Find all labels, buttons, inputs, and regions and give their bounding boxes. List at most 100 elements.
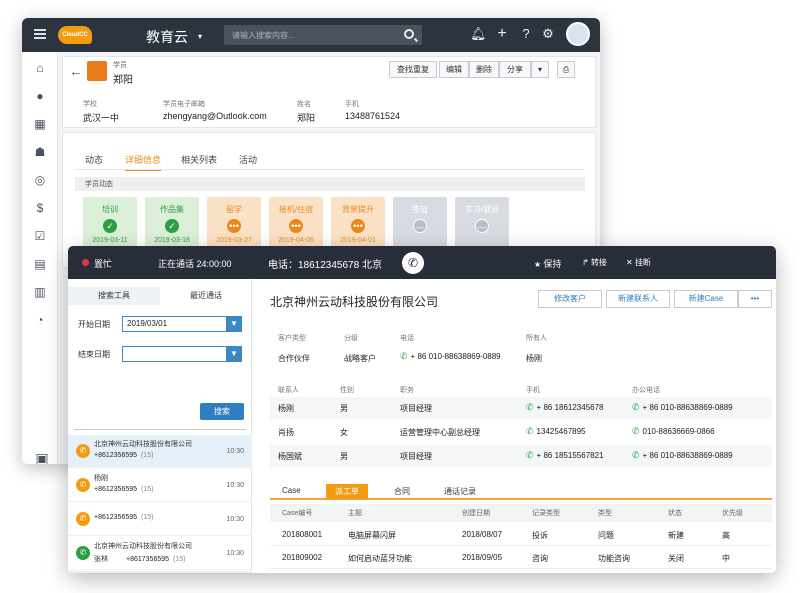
- stage-card[interactable]: 实习/就业 —: [455, 197, 509, 249]
- call-timer: 正在通话 24:00:00: [158, 259, 232, 269]
- table-cell: 问题: [598, 531, 614, 540]
- stage-card[interactable]: 作品集 ✓ 2019-03-18: [145, 197, 199, 249]
- stage-card[interactable]: 留学 ••• 2019-03-27: [207, 197, 261, 249]
- new-case-button[interactable]: 新建Case: [674, 290, 738, 308]
- back-arrow-icon[interactable]: ←: [69, 63, 83, 79]
- tab-contract[interactable]: 合同: [394, 486, 410, 497]
- call-time: 10:30: [226, 482, 244, 489]
- phone-icon: ✆: [402, 252, 424, 274]
- col-header: 联系人: [278, 387, 299, 394]
- stage-label: 留学: [226, 205, 242, 214]
- print-icon[interactable]: ⎙: [557, 61, 575, 78]
- list-item[interactable]: ✆北京神州云动科技股份有限公司王杰+8612356595(15)10:30: [68, 571, 252, 573]
- more-dropdown-icon[interactable]: ▾: [531, 61, 549, 78]
- table-cell: 中: [722, 554, 730, 563]
- tab-search-tools[interactable]: 搜索工具: [68, 287, 160, 305]
- avatar[interactable]: [566, 22, 590, 46]
- case-table-header: Case编号 主题 创建日期 记录类型 类型 状态 优先级: [270, 504, 772, 522]
- phone-value: + 86 18612345678: [536, 403, 604, 412]
- plus-icon[interactable]: +: [494, 26, 510, 42]
- tab-call-log[interactable]: 通话记录: [444, 486, 476, 497]
- stage-card[interactable]: 接机/住宿 ••• 2019-04-05: [269, 197, 323, 249]
- ellipsis-icon: —: [413, 219, 427, 233]
- tab-activities[interactable]: 活动: [239, 153, 257, 166]
- list-item[interactable]: ✆ 北京神州云动科技股份有限公司 +8612356595 (15) 10:30: [68, 435, 252, 468]
- customer-phone[interactable]: ✆ + 86 010-88638869-0889: [400, 351, 501, 362]
- phone-icon: ✆: [76, 444, 90, 458]
- delete-button[interactable]: 删除: [469, 61, 499, 78]
- hold-label: 保持: [543, 259, 562, 269]
- call-detail: 张林 +8617356595 (15): [94, 554, 185, 564]
- info-label: 分级: [344, 335, 358, 342]
- find-duplicates-button[interactable]: 查找重复: [389, 61, 437, 78]
- phone-link[interactable]: ✆ 13425467895: [526, 426, 586, 437]
- phone-icon: ✆: [632, 402, 640, 412]
- tab-activity-feed[interactable]: 动态: [85, 153, 103, 166]
- phone-value: + 86 18515567821: [536, 451, 604, 460]
- start-date-input[interactable]: 2019/03/01 ▼: [122, 316, 242, 332]
- phone-link[interactable]: ✆ 010-88636669-0866: [632, 426, 715, 437]
- contact-icon[interactable]: ☗: [32, 144, 48, 160]
- hangup-button[interactable]: ✕ 挂断: [626, 257, 651, 268]
- stage-card[interactable]: 背景提升 ••• 2019-04-01: [331, 197, 385, 249]
- edit-button[interactable]: 编辑: [439, 61, 469, 78]
- table-cell: 201808001: [282, 530, 323, 539]
- global-search-input[interactable]: 请输入搜索内容...: [224, 25, 422, 45]
- ellipsis-icon: •••: [351, 219, 365, 233]
- dashboard-gauge-icon[interactable]: ◔: [32, 312, 48, 328]
- building-icon[interactable]: ▦: [32, 116, 48, 132]
- target-icon[interactable]: ◎: [32, 172, 48, 188]
- user-icon[interactable]: ●: [32, 88, 48, 104]
- phone-icon: ✆: [526, 402, 534, 412]
- end-date-input[interactable]: ▼: [122, 346, 242, 362]
- col-header: 手机: [526, 387, 540, 394]
- chevron-down-icon[interactable]: ▼: [226, 316, 242, 332]
- table-row[interactable]: 201808001 电脑屏幕闪屏 2018/08/07 投诉 问题 新建 高: [270, 524, 772, 546]
- tab-work-order[interactable]: 派工单: [326, 484, 368, 499]
- caller-phone: 电话：18612345678 北京: [268, 260, 382, 271]
- list-item[interactable]: ✆ 北京神州云动科技股份有限公司 张林 +8617356595 (15) 10:30: [68, 537, 252, 570]
- gear-icon[interactable]: ⚙: [540, 26, 556, 42]
- bell-icon[interactable]: 🔔︎: [470, 26, 487, 42]
- phone-link[interactable]: ✆ + 86 18515567821: [526, 450, 604, 461]
- phone-link[interactable]: ✆ + 86 010-88638869-0889: [632, 450, 733, 461]
- list-item[interactable]: ✆ +8612356595 (15) 10:30: [68, 503, 252, 536]
- tab-related[interactable]: 相关列表: [181, 153, 217, 166]
- search-button[interactable]: 搜索: [200, 403, 244, 420]
- chevron-down-icon[interactable]: ▾: [198, 32, 202, 41]
- phone-link[interactable]: ✆ + 86 18612345678: [526, 402, 604, 413]
- field-label: 学校: [83, 101, 97, 108]
- home-icon[interactable]: ⌂: [32, 60, 48, 76]
- help-icon[interactable]: ?: [518, 26, 534, 42]
- transfer-button[interactable]: ↱ 转接: [582, 257, 607, 268]
- new-contact-button[interactable]: 新建联系人: [606, 290, 670, 308]
- edit-customer-button[interactable]: 修改客户: [538, 290, 602, 308]
- checklist-icon[interactable]: ☑: [32, 228, 48, 244]
- phone-icon: ✆: [76, 478, 90, 492]
- stage-card[interactable]: 签证 —: [393, 197, 447, 249]
- report-icon[interactable]: ▤: [32, 256, 48, 272]
- stage-date: 2019-04-01: [340, 237, 376, 244]
- field-label: 手机: [345, 101, 359, 108]
- record-header: ← 学员 郑阳 查找重复 编辑 删除 分享 ▾ ⎙ 学校 武汉一中 学员电子邮箱…: [62, 56, 596, 128]
- hold-button[interactable]: ★ 保持: [534, 257, 561, 270]
- app-title[interactable]: 教育云: [146, 27, 188, 47]
- dollar-doc-icon[interactable]: $: [32, 200, 48, 216]
- agent-status[interactable]: 置忙: [94, 257, 112, 270]
- call-count: (15): [141, 514, 154, 521]
- phone-link[interactable]: ✆ + 86 010-88638869-0889: [632, 402, 733, 413]
- chart-icon[interactable]: ▥: [32, 284, 48, 300]
- share-button[interactable]: 分享: [499, 61, 531, 78]
- more-button[interactable]: •••: [738, 290, 772, 308]
- end-date-label: 结束日期: [78, 350, 110, 359]
- table-row[interactable]: 201809002 如何启动蓝牙功能 2018/09/05 咨询 功能咨询 关闭 中: [270, 547, 772, 569]
- app-grid-icon[interactable]: ▣: [34, 450, 50, 464]
- search-icon[interactable]: [404, 29, 414, 39]
- hamburger-menu-icon[interactable]: [34, 29, 46, 39]
- list-item[interactable]: ✆ 杨刚 +8612356595 (15) 10:30: [68, 469, 252, 502]
- tab-recent-calls[interactable]: 最近通话: [160, 287, 252, 305]
- chevron-down-icon[interactable]: ▼: [226, 346, 242, 362]
- stage-card[interactable]: 培训 ✓ 2019-03-11: [83, 197, 137, 249]
- call-number: +8612356595: [94, 452, 138, 459]
- tab-case[interactable]: Case: [282, 486, 301, 495]
